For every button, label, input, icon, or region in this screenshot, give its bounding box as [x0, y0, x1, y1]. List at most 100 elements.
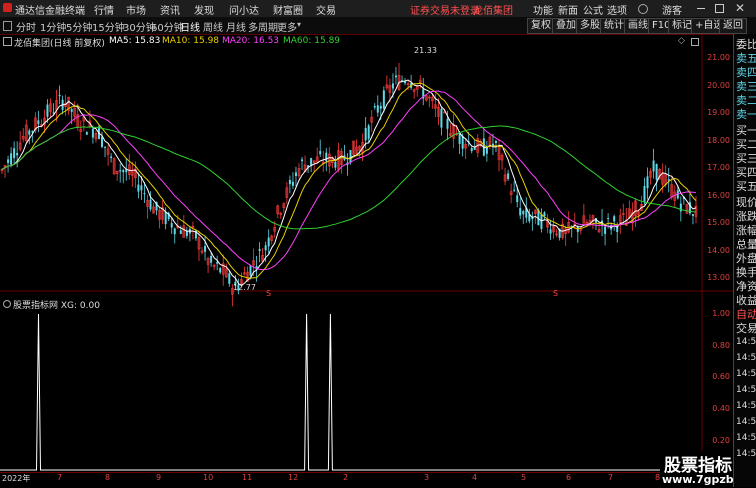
candle-body: [473, 147, 476, 150]
candle-body: [519, 208, 522, 216]
price-tick: 19.00: [707, 108, 730, 117]
candle-body: [319, 151, 322, 155]
minimize-icon[interactable]: [697, 8, 705, 9]
layout-toggle-icon[interactable]: [3, 21, 12, 31]
app-title: 通达信金融终端: [15, 6, 85, 17]
tab-60min[interactable]: 60分钟: [151, 19, 184, 34]
menu-options[interactable]: 选项: [607, 2, 627, 17]
menu-news[interactable]: 资讯: [160, 2, 180, 17]
candle-body: [604, 227, 607, 234]
tab-more[interactable]: 更多: [277, 19, 297, 34]
menu-functions[interactable]: 功能: [533, 2, 553, 17]
main-chart-icon[interactable]: [3, 37, 12, 46]
guest-user[interactable]: 游客: [662, 2, 682, 17]
tab-1min[interactable]: 1分钟: [40, 19, 66, 34]
chart-settings-icon[interactable]: ◇: [678, 36, 685, 46]
candle-body: [679, 203, 682, 212]
tab-15min[interactable]: 15分钟: [92, 19, 125, 34]
price-tick: 13.00: [707, 273, 730, 282]
tab-weekly[interactable]: 周线: [203, 19, 223, 34]
candle-body: [643, 186, 646, 203]
price-tick: 18.00: [707, 136, 730, 145]
sidebar-label: 买五: [736, 180, 756, 193]
ma60-label: MA60: 15.89: [283, 36, 341, 46]
candle-body: [10, 153, 13, 165]
ma20-line: [1, 90, 697, 271]
ma20-label: MA20: 16.53: [222, 36, 280, 46]
trade-time: 14:50: [736, 353, 756, 363]
candle-body: [440, 108, 443, 128]
candle-body: [122, 170, 125, 173]
trade-detail-label[interactable]: 交易: [736, 320, 756, 336]
menu-market[interactable]: 市场: [126, 2, 146, 17]
chart-expand-icon[interactable]: [691, 38, 699, 46]
menu-market-quotes[interactable]: 行情: [94, 2, 114, 17]
app-logo-icon: [3, 3, 12, 12]
candle-body: [291, 181, 294, 186]
candle-body: [364, 127, 367, 141]
more-dropdown-icon[interactable]: ▾: [297, 20, 301, 29]
candle-body: [164, 211, 167, 225]
candle-body: [179, 230, 182, 234]
price-tick: 20.00: [707, 81, 730, 90]
tab-intraday[interactable]: 分时: [16, 19, 36, 34]
low-price-marker: 12.77: [233, 283, 256, 292]
candle-body: [691, 214, 694, 216]
price-tick: 15.00: [707, 218, 730, 227]
current-stock-name: 龙佰集团: [473, 6, 513, 17]
ma5-line: [1, 79, 697, 287]
candle-body: [85, 132, 88, 135]
indicator-icon[interactable]: [3, 300, 11, 308]
candle-body: [334, 162, 337, 168]
menu-trade[interactable]: 交易: [316, 2, 336, 17]
candle-body: [494, 140, 497, 143]
high-price-marker: 21.33: [414, 46, 437, 55]
quote-sidebar: 委比 卖五 卖四 卖三 卖二 卖一 买一 买二 买三 买四 买五 现价 涨跌 涨…: [733, 34, 756, 487]
maximize-icon[interactable]: [715, 4, 724, 13]
tab-multi-period[interactable]: 多周期: [248, 19, 278, 34]
period-toolbar: 分时 1分钟 5分钟 15分钟 30分钟 60分钟 日线 周线 月线 多周期 更…: [0, 17, 756, 35]
x-axis-month: 9: [156, 473, 162, 482]
indicator-tick: 0.40: [712, 404, 730, 413]
x-axis-month: 2: [343, 473, 349, 482]
candle-body: [228, 273, 231, 284]
candle-body: [613, 216, 616, 222]
ma10-label: MA10: 15.98: [162, 36, 220, 46]
candle-body: [267, 237, 270, 247]
candle-body: [91, 129, 94, 138]
candle-body: [140, 185, 143, 191]
menu-wealth[interactable]: 财富圈: [273, 2, 303, 17]
chart-canvas[interactable]: [0, 34, 733, 474]
candle-body: [507, 173, 510, 179]
candle-body: [13, 148, 16, 159]
candle-body: [646, 176, 649, 189]
tab-daily[interactable]: 日线: [180, 19, 200, 34]
price-tick: 21.00: [707, 53, 730, 62]
menu-formula[interactable]: 公式: [583, 2, 603, 17]
tab-monthly[interactable]: 月线: [226, 19, 246, 34]
trade-time: 14:50: [736, 433, 756, 443]
indicator-title: 股票指标网 XG: 0.00: [13, 301, 100, 311]
menu-new-page[interactable]: 新面: [558, 2, 578, 17]
adjust-button[interactable]: 复权: [527, 18, 555, 34]
candle-body: [513, 189, 516, 191]
menu-discover[interactable]: 发现: [194, 2, 214, 17]
candle-body: [522, 211, 525, 215]
menu-bar: 通达信金融终端 行情 市场 资讯 发现 问小达 财富圈 交易 证券交易未登录 龙…: [0, 0, 756, 18]
trade-time: 14:50: [736, 385, 756, 395]
candle-body: [288, 179, 291, 185]
candlestick-series: [0, 63, 698, 307]
candle-body: [185, 231, 188, 237]
trade-time: 14:50: [736, 449, 756, 459]
tab-5min[interactable]: 5分钟: [66, 19, 92, 34]
sell-signal-marker: S: [553, 289, 559, 298]
back-button[interactable]: 返回: [719, 18, 747, 34]
chart-title: 龙佰集团(日线 前复权): [14, 39, 105, 49]
candle-body: [373, 105, 376, 108]
candle-body: [301, 159, 304, 162]
menu-ask[interactable]: 问小达: [229, 2, 259, 17]
xg-indicator-series: [0, 313, 700, 471]
login-notice[interactable]: 证券交易未登录: [410, 2, 480, 17]
close-icon[interactable]: ✕: [735, 1, 745, 15]
candle-body: [376, 105, 379, 113]
